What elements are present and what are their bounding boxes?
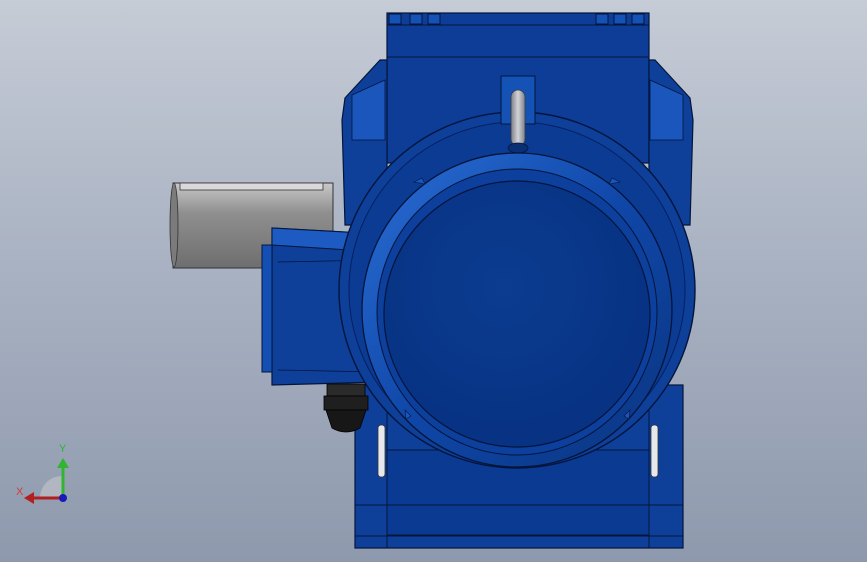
x-axis-arrowhead-icon: [24, 492, 34, 504]
cable-gland: [323, 383, 369, 433]
triad-plane-icon: [40, 476, 62, 498]
motor-gearbox-model[interactable]: [0, 0, 867, 562]
coordinate-triad: [24, 458, 69, 504]
x-axis-label: X: [16, 486, 24, 498]
graphics-viewport[interactable]: Y X: [0, 0, 867, 562]
y-axis-label: Y: [59, 443, 67, 455]
y-axis-arrowhead-icon: [57, 458, 69, 468]
triad-origin: [59, 494, 67, 502]
fan-cover: [361, 152, 673, 468]
